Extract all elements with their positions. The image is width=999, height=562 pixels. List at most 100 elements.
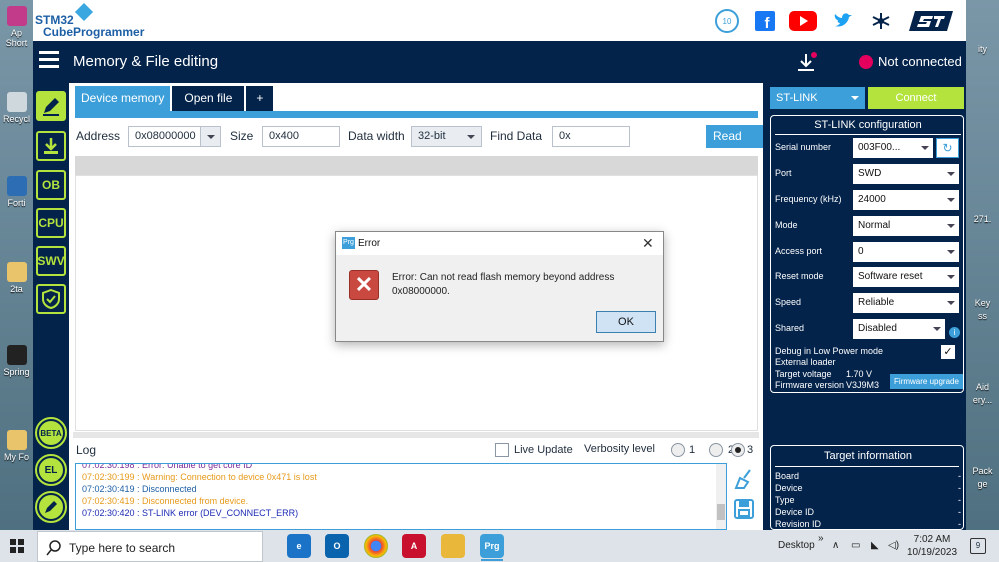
taskbar-search-box[interactable]: Type here to search (37, 531, 263, 562)
youtube-icon[interactable] (788, 8, 818, 34)
sidebar-memory-editing-button[interactable] (36, 91, 66, 121)
save-log-icon[interactable] (733, 498, 755, 520)
windows-start-icon[interactable] (10, 539, 24, 553)
live-update-label: Live Update (514, 444, 573, 456)
log-scrollbar-thumb[interactable] (717, 504, 725, 520)
chevron-up-icon[interactable]: ∧ (832, 540, 839, 551)
file-explorer-icon[interactable] (441, 534, 465, 558)
sidebar-external-loader-button[interactable]: EL (35, 454, 67, 486)
outlook-icon[interactable]: O (325, 534, 349, 558)
config-field-select[interactable]: Reliable (853, 293, 959, 313)
chevron-down-icon (927, 319, 945, 339)
verbosity-radio-2[interactable] (709, 443, 723, 457)
config-field-value: 003F00... (858, 142, 901, 153)
tab-underline (75, 111, 758, 118)
target-info-value: - (958, 495, 961, 505)
community-icon[interactable] (870, 8, 892, 34)
log-scrollbar[interactable] (716, 464, 726, 529)
notification-center-icon[interactable]: 9 (970, 538, 986, 554)
clear-log-broom-icon[interactable] (732, 468, 756, 490)
sidebar-option-bytes-button[interactable]: OB (36, 170, 66, 200)
twitter-icon[interactable] (832, 8, 854, 34)
desktop-label: ery... (972, 395, 993, 405)
firmware-version-value: V3J9M3 (846, 380, 880, 390)
error-icon: ✕ (349, 270, 379, 300)
find-data-input[interactable]: 0x (552, 126, 630, 147)
facebook-icon[interactable]: f (754, 8, 776, 34)
verbosity-1-label: 1 (689, 444, 696, 456)
firmware-upgrade-button[interactable]: Firmware upgrade (890, 374, 963, 389)
taskbar-clock[interactable]: 7:02 AM 10/19/2023 (904, 533, 960, 559)
acrobat-icon[interactable]: A (402, 534, 426, 558)
sidebar-swv-button[interactable]: SWV (36, 246, 66, 276)
desktop-my-folder[interactable]: My Fo (0, 430, 33, 462)
probe-select[interactable]: ST-LINK (770, 87, 865, 109)
verbosity-level-label: Verbosity level (584, 443, 655, 455)
data-width-select[interactable]: 32-bit (411, 126, 482, 147)
chevron-right-icon[interactable]: » (818, 533, 824, 544)
config-field-select[interactable]: 24000 (853, 190, 959, 210)
info-icon[interactable]: i (949, 327, 960, 338)
connection-status-indicator-icon (859, 55, 873, 69)
tab-add[interactable]: + (246, 86, 274, 111)
config-field-label: Reset mode (775, 271, 824, 281)
config-field-select[interactable]: 003F00... (853, 138, 933, 158)
sidebar-cpu-button[interactable]: CPU (36, 208, 66, 238)
close-icon[interactable]: ✕ (642, 235, 654, 252)
sidebar-security-button[interactable] (36, 284, 66, 314)
config-field-select[interactable]: Software reset (853, 267, 959, 287)
volume-icon[interactable]: ◁) (888, 540, 899, 551)
config-field-value: Disabled (858, 323, 897, 334)
connect-button[interactable]: Connect (868, 87, 964, 109)
dialog-titlebar[interactable]: Prg Error ✕ (336, 232, 663, 255)
desktop-recycle-bin[interactable]: Recycl (0, 92, 33, 124)
beta-badge-icon: BETA (40, 428, 62, 438)
sidebar-settings-button[interactable] (35, 491, 67, 523)
chevron-down-icon (461, 127, 481, 146)
verbosity-radio-1[interactable] (671, 443, 685, 457)
log-output[interactable]: 07:02:30:198 : Error: Unable to get core… (75, 463, 727, 530)
data-width-label: Data width (348, 129, 405, 143)
cubeprogrammer-taskbar-icon[interactable]: Prg (480, 534, 504, 558)
search-icon (46, 540, 61, 556)
chevron-down-icon[interactable] (200, 127, 220, 146)
ok-button[interactable]: OK (596, 311, 656, 333)
tab-device-memory[interactable]: Device memory (75, 86, 171, 111)
target-info-label: Board (775, 471, 800, 481)
refresh-icon[interactable]: ↻ (936, 138, 959, 158)
sidebar-erase-programming-button[interactable] (36, 131, 66, 161)
desktop-folder[interactable]: 2ta (0, 262, 33, 294)
desktop-toolbar-label[interactable]: Desktop (778, 540, 815, 551)
edge-browser-icon[interactable]: e (287, 534, 311, 558)
config-field-select[interactable]: Normal (853, 216, 959, 236)
desktop-shortcut[interactable]: Ap Short (0, 6, 33, 48)
target-info-value: - (958, 471, 961, 481)
st-logo-icon[interactable] (906, 8, 956, 34)
size-input[interactable]: 0x400 (262, 126, 340, 147)
download-icon[interactable] (795, 52, 817, 74)
hamburger-menu-icon[interactable] (39, 51, 59, 71)
desktop-forticlient[interactable]: Forti (0, 176, 33, 208)
folder-icon (6, 262, 27, 282)
tab-open-file[interactable]: Open file (172, 86, 245, 111)
debug-low-power-label: Debug in Low Power mode (775, 346, 884, 356)
sidebar-beta-button[interactable]: BETA (35, 417, 67, 449)
config-field-select[interactable]: 0 (853, 242, 959, 262)
debug-low-power-checkbox[interactable]: ✓ (941, 345, 955, 359)
spring-app-icon (6, 345, 27, 365)
chrome-icon[interactable] (364, 534, 388, 558)
network-icon[interactable]: ◣ (871, 540, 879, 551)
address-combobox[interactable]: 0x08000000 (128, 126, 221, 147)
config-field-select[interactable]: Disabled (853, 319, 945, 339)
config-field-select[interactable]: SWD (853, 164, 959, 184)
target-voltage-value: 1.70 V (846, 369, 873, 379)
desktop-spring[interactable]: Spring (0, 345, 33, 377)
live-update-checkbox[interactable] (495, 443, 509, 457)
verbosity-radio-3[interactable] (731, 443, 745, 457)
config-field-value: Software reset (858, 271, 923, 282)
anniversary-badge-icon[interactable]: 10 (714, 8, 740, 34)
battery-icon[interactable]: ▭ (851, 540, 860, 551)
target-info-row: Revision ID - (775, 519, 961, 529)
target-info-row: Board - (775, 471, 961, 481)
target-info-label: Revision ID (775, 519, 822, 529)
